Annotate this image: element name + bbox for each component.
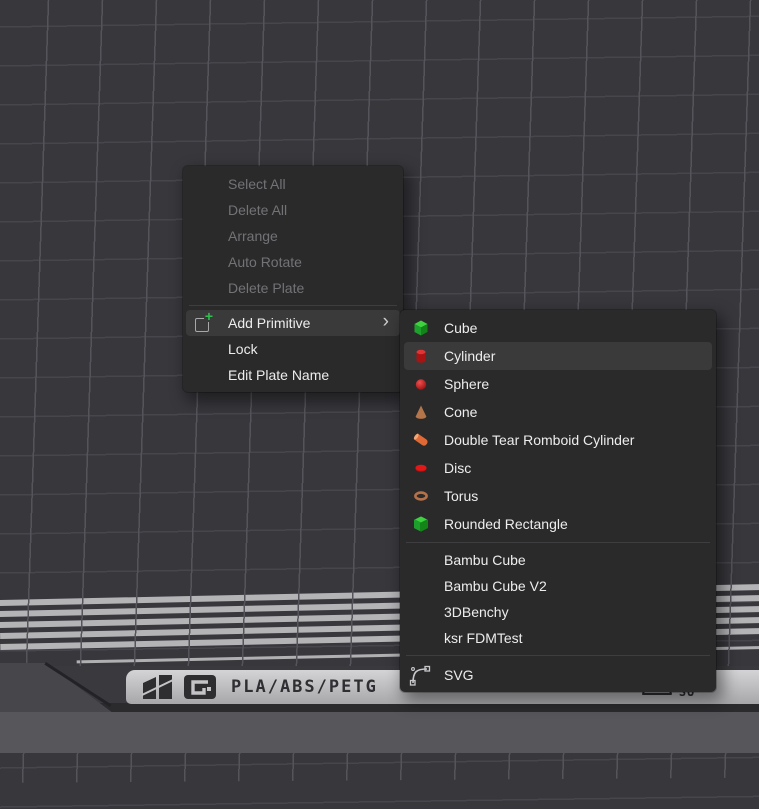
bezier-curve-icon: [408, 664, 432, 688]
submenu-item-rounded-rectangle[interactable]: Rounded Rectangle: [400, 510, 716, 538]
submenu-item-ksr-fdmtest[interactable]: ksr FDMTest: [400, 625, 716, 651]
submenu-item-3dbenchy[interactable]: 3DBenchy: [400, 599, 716, 625]
submenu-item-label: Sphere: [444, 376, 489, 392]
submenu-item-sphere[interactable]: Sphere: [400, 370, 716, 398]
menu-item-add-primitive[interactable]: + Add Primitive ›: [186, 310, 400, 336]
submenu-item-label: Cone: [444, 404, 477, 420]
submenu-item-label: Bambu Cube V2: [444, 578, 547, 594]
submenu-item-bambu-cube[interactable]: Bambu Cube: [400, 547, 716, 573]
submenu-item-label: SVG: [444, 667, 474, 683]
disc-icon: [412, 459, 430, 477]
menu-item-delete-all: Delete All: [183, 197, 403, 223]
menu-item-label: Select All: [228, 176, 286, 192]
menu-separator: [406, 655, 710, 656]
menu-item-label: Delete Plate: [228, 280, 304, 296]
menu-item-label: Lock: [228, 341, 258, 357]
menu-item-lock[interactable]: Lock: [183, 336, 403, 362]
torus-icon: [412, 487, 430, 505]
cube-icon: [412, 319, 430, 337]
submenu-item-label: Rounded Rectangle: [444, 516, 568, 532]
submenu-item-label: 3DBenchy: [444, 604, 509, 620]
bambu-lab-logo: [142, 674, 174, 700]
submenu-item-label: Disc: [444, 460, 471, 476]
cylinder-icon: [412, 347, 430, 365]
menu-item-delete-plate: Delete Plate: [183, 275, 403, 301]
menu-item-label: Add Primitive: [228, 315, 310, 331]
menu-separator: [189, 305, 397, 306]
menu-separator: [406, 542, 710, 543]
submenu-item-cylinder[interactable]: Cylinder: [404, 342, 712, 370]
menu-item-label: Delete All: [228, 202, 287, 218]
submenu-item-double-tear-romboid-cylinder[interactable]: Double Tear Romboid Cylinder: [400, 426, 716, 454]
add-primitive-icon: +: [195, 315, 212, 332]
submenu-item-cone[interactable]: Cone: [400, 398, 716, 426]
submenu-item-torus[interactable]: Torus: [400, 482, 716, 510]
submenu-item-svg[interactable]: SVG: [400, 660, 716, 690]
submenu-item-label: Cube: [444, 320, 477, 336]
menu-item-label: Edit Plate Name: [228, 367, 329, 383]
submenu-item-label: Double Tear Romboid Cylinder: [444, 432, 634, 448]
menu-item-auto-rotate: Auto Rotate: [183, 249, 403, 275]
add-primitive-submenu: Cube Cylinder Sphere Cone Doub: [400, 310, 716, 692]
menu-item-edit-plate-name[interactable]: Edit Plate Name: [183, 362, 403, 388]
plate-material-label: PLA/ABS/PETG: [231, 677, 378, 697]
slanted-cylinder-icon: [412, 431, 430, 449]
sphere-icon: [412, 375, 430, 393]
rounded-box-icon: [412, 515, 430, 533]
workspace-background: [0, 712, 759, 753]
menu-item-label: Arrange: [228, 228, 278, 244]
menu-item-arrange: Arrange: [183, 223, 403, 249]
submenu-item-disc[interactable]: Disc: [400, 454, 716, 482]
submenu-item-label: Bambu Cube: [444, 552, 526, 568]
submenu-item-label: Cylinder: [444, 348, 495, 364]
menu-item-label: Auto Rotate: [228, 254, 302, 270]
plate-type-logo: [183, 674, 217, 700]
submenu-item-label: Torus: [444, 488, 478, 504]
submenu-arrow-icon: ›: [383, 309, 389, 335]
context-menu: Select All Delete All Arrange Auto Rotat…: [183, 166, 403, 392]
submenu-item-bambu-cube-v2[interactable]: Bambu Cube V2: [400, 573, 716, 599]
cone-icon: [412, 403, 430, 421]
submenu-item-label: ksr FDMTest: [444, 630, 523, 646]
menu-item-select-all: Select All: [183, 171, 403, 197]
submenu-item-cube[interactable]: Cube: [400, 314, 716, 342]
